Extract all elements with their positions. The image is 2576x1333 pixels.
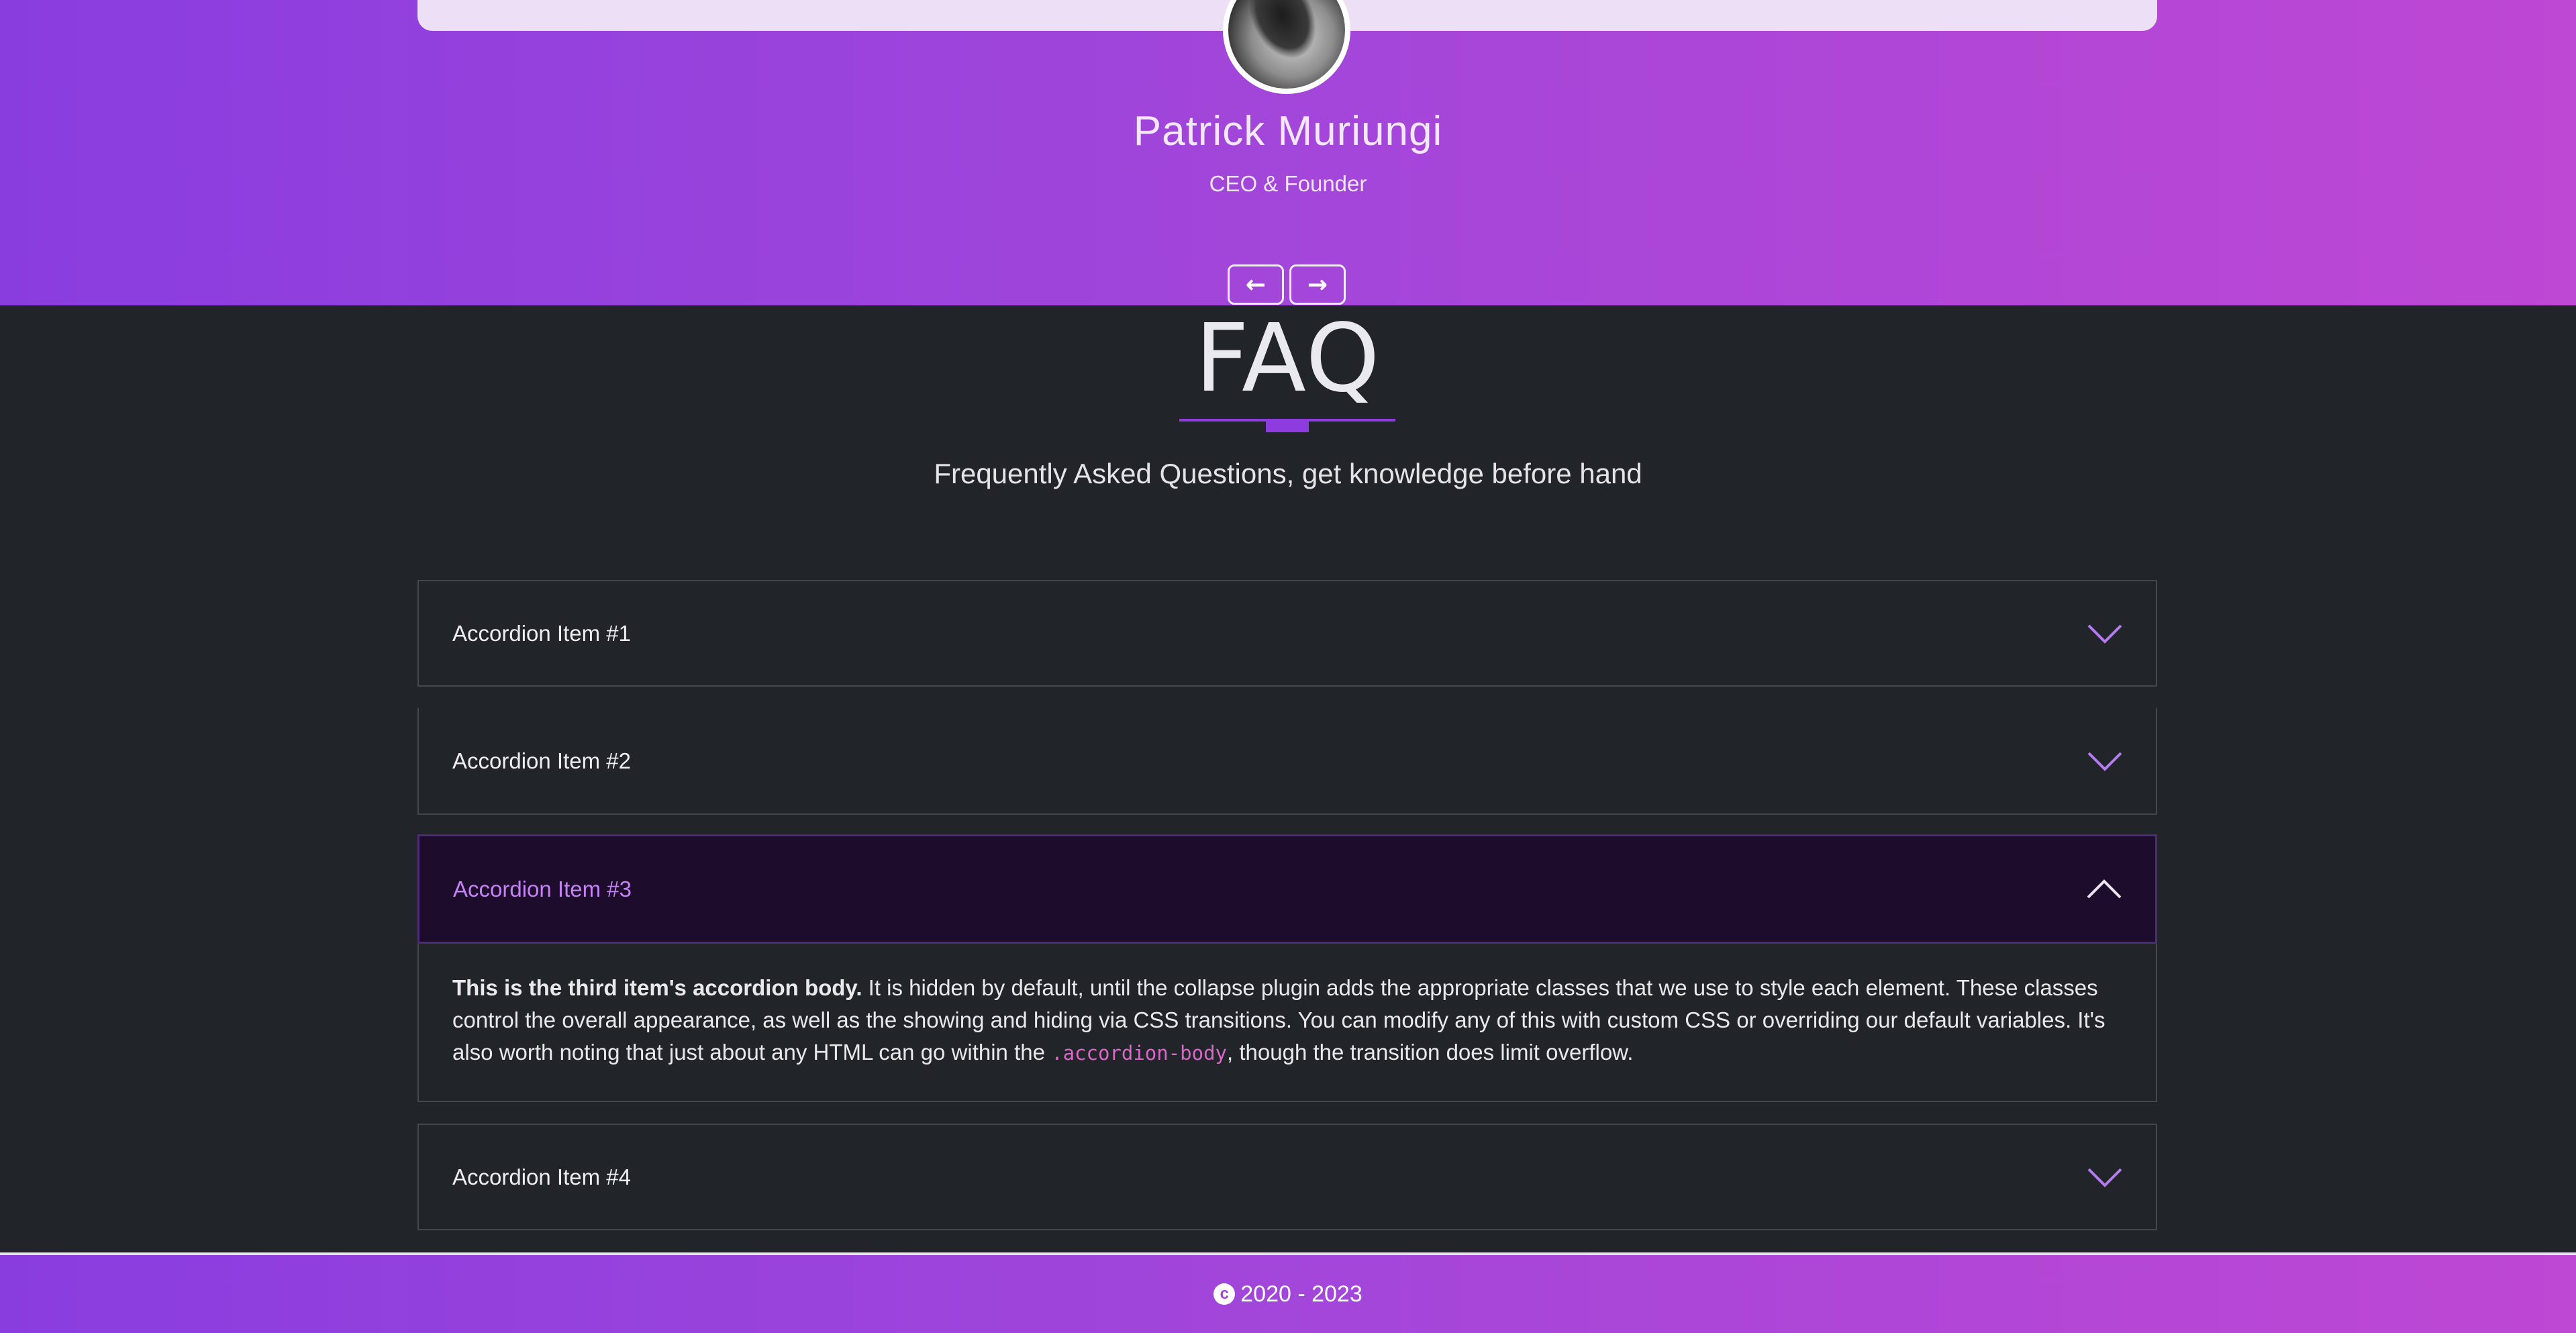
prev-button[interactable]: ←	[1228, 264, 1284, 305]
accordion-header[interactable]: Accordion Item #3	[419, 836, 2155, 942]
testimonial-section: Patrick Muriungi CEO & Founder ← →	[0, 0, 2576, 305]
accordion-item-3[interactable]: Accordion Item #3	[417, 834, 2157, 944]
accordion-header[interactable]: Accordion Item #4	[419, 1125, 2156, 1229]
arrow-right-icon: →	[1307, 270, 1328, 299]
chevron-down-icon[interactable]	[2087, 744, 2122, 779]
footer-copyright: c 2020 - 2023	[1213, 1281, 1363, 1307]
chevron-down-icon[interactable]	[2087, 616, 2122, 651]
footer: c 2020 - 2023	[0, 1252, 2576, 1333]
accordion-body-code: .accordion-body	[1051, 1042, 1228, 1065]
person-role: CEO & Founder	[1209, 171, 1367, 196]
title-underline-accent	[1266, 420, 1309, 432]
accordion-body-strong: This is the third item's accordion body.	[452, 975, 862, 1000]
chevron-up-icon[interactable]	[2087, 872, 2122, 907]
accordion-label: Accordion Item #3	[453, 876, 632, 901]
next-button[interactable]: →	[1289, 264, 1346, 305]
accordion-header[interactable]: Accordion Item #1	[419, 581, 2156, 685]
accordion-item-2[interactable]: Accordion Item #2	[417, 708, 2157, 815]
accordion-label: Accordion Item #1	[452, 620, 631, 646]
footer-years: 2020 - 2023	[1240, 1281, 1363, 1307]
person-name: Patrick Muriungi	[1133, 108, 1443, 154]
avatar	[1223, 0, 1350, 94]
accordion-body-text-end: , though the transition does limit overf…	[1227, 1040, 1634, 1065]
avatar-photo-icon	[1228, 0, 1345, 89]
arrow-left-icon: ←	[1245, 270, 1267, 299]
accordion-label: Accordion Item #4	[452, 1164, 631, 1189]
faq-title: FAQ	[1195, 304, 1381, 413]
accordion-body: This is the third item's accordion body.…	[417, 944, 2157, 1102]
accordion-label: Accordion Item #2	[452, 748, 631, 773]
accordion-item-1[interactable]: Accordion Item #1	[417, 580, 2157, 687]
faq-subtitle: Frequently Asked Questions, get knowledg…	[934, 458, 1642, 489]
carousel-controls: ← →	[1228, 264, 1346, 305]
copyright-icon: c	[1213, 1283, 1236, 1305]
chevron-down-icon[interactable]	[2087, 1160, 2122, 1195]
accordion-header[interactable]: Accordion Item #2	[419, 708, 2156, 813]
accordion-item-4[interactable]: Accordion Item #4	[417, 1124, 2157, 1230]
